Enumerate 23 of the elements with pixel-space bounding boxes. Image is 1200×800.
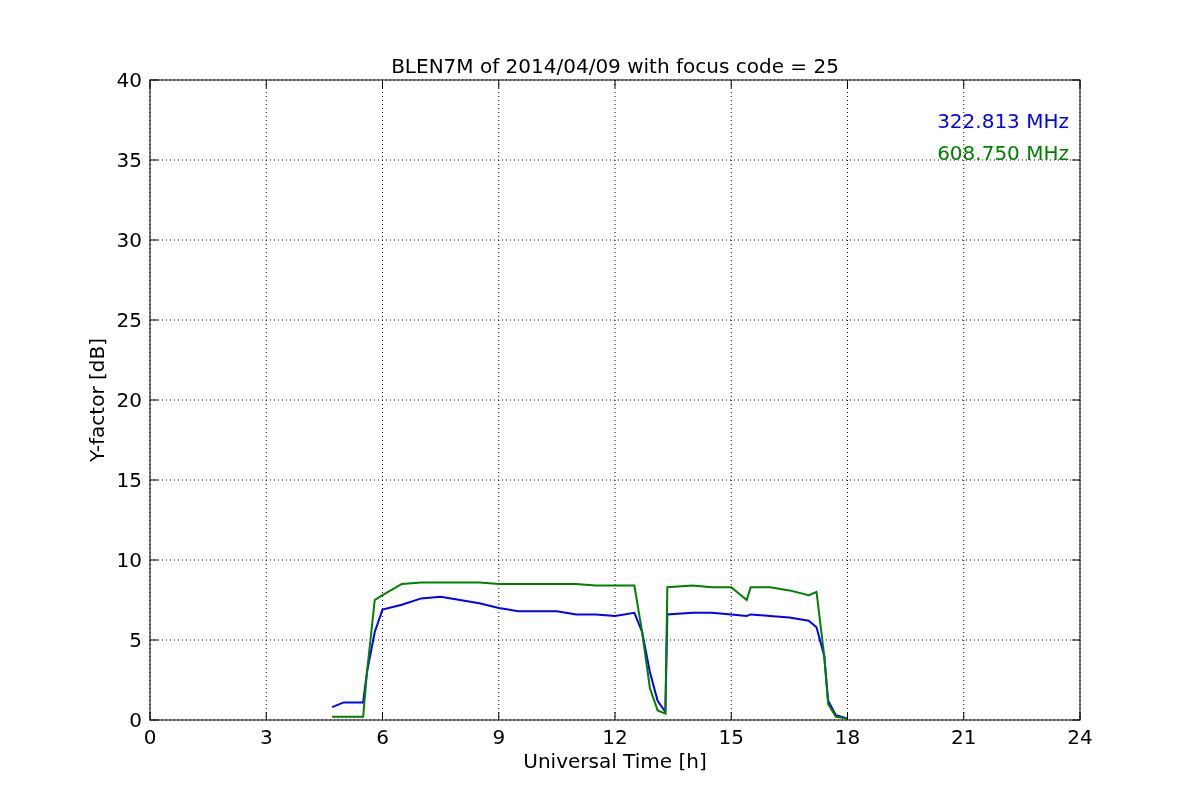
axis-tick-label: 12 (602, 725, 628, 749)
chart-title: BLEN7M of 2014/04/09 with focus code = 25 (391, 54, 839, 78)
axis-tick-label: 3 (259, 725, 273, 749)
legend-label: 608.750 MHz (937, 141, 1069, 165)
axis-tick-label: 6 (376, 725, 389, 749)
axis-tick-label: 24 (1067, 725, 1093, 749)
axis-tick-label: 20 (116, 388, 142, 412)
axis-tick-label: 21 (951, 725, 977, 749)
axis-tick-label: 5 (129, 628, 142, 652)
axis-tick-label: 0 (143, 725, 157, 749)
axis-tick-label: 18 (834, 725, 861, 749)
axis-tick-label: 40 (116, 68, 142, 92)
axis-tick-label: 15 (116, 468, 142, 492)
axis-tick-label: 30 (116, 228, 142, 252)
x-axis-label: Universal Time [h] (523, 749, 707, 773)
axis-tick-label: 35 (116, 148, 142, 172)
axis-tick-label: 10 (116, 548, 142, 572)
y-axis-label: Y-factor [dB] (85, 338, 109, 462)
axis-tick-label: 0 (129, 708, 142, 732)
axis-tick-label: 25 (116, 308, 142, 332)
axis-tick-label: 15 (718, 725, 744, 749)
legend-label: 322.813 MHz (937, 109, 1069, 133)
axis-tick-label: 9 (492, 725, 506, 749)
